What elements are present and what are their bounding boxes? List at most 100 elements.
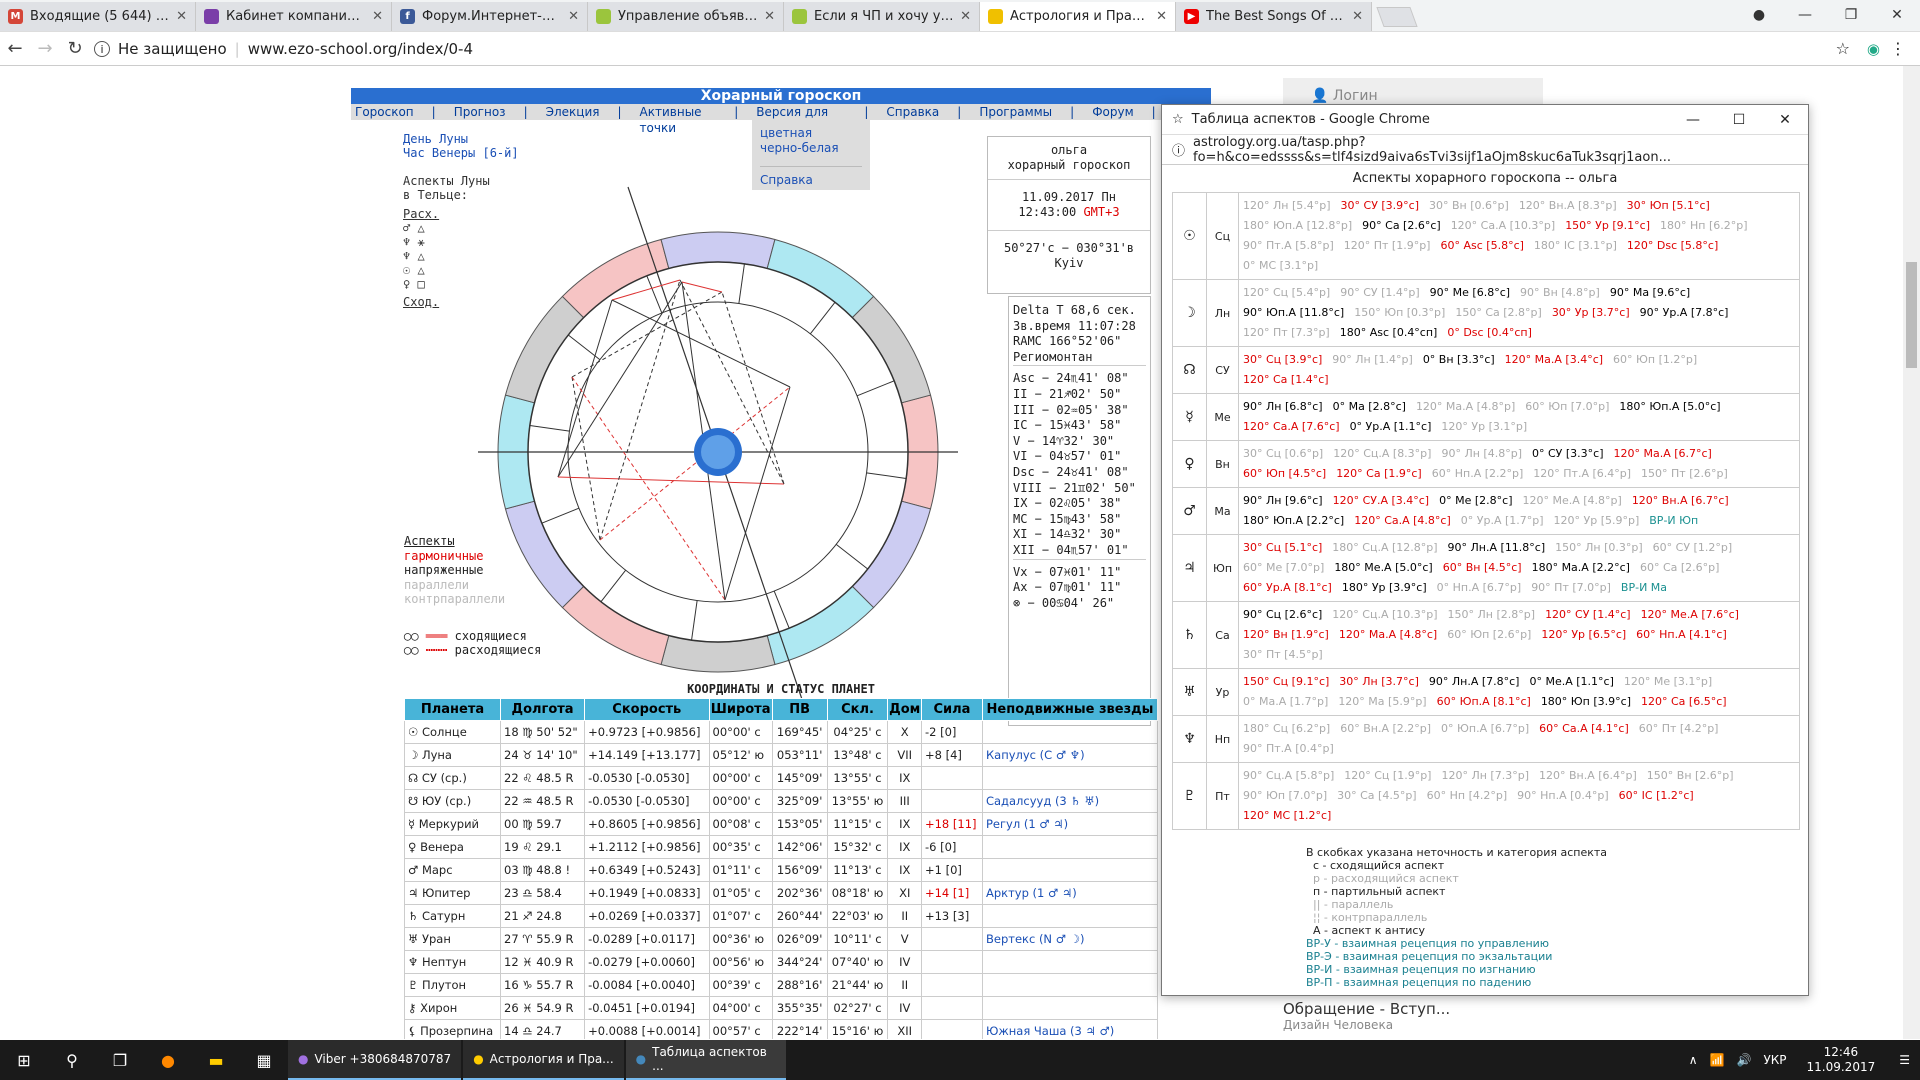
taskbar-app-chrome[interactable]: ● Астрология и Пра...: [463, 1040, 624, 1080]
tab-close-icon[interactable]: ✕: [1352, 9, 1363, 24]
network-icon[interactable]: 📶: [1710, 1053, 1725, 1067]
table-row: ☉ Сц 120° Лн [5.4°p] 30° СУ [3.9°c] 30° Вн […: [1172, 192, 1800, 280]
aspects-cell: 120° Сц [5.4°p] 90° СУ [1.4°p] 90° Ме [6.8…: [1238, 279, 1800, 347]
popup-close-button[interactable]: ✕: [1762, 105, 1808, 135]
page-scrollbar[interactable]: [1903, 66, 1920, 1039]
tab-close-icon[interactable]: ✕: [1156, 9, 1167, 24]
omnibox[interactable]: i Не защищено | www.ezo-school.org/index…: [94, 35, 1844, 63]
tray-chevron-icon[interactable]: ∧: [1689, 1053, 1698, 1067]
url-text[interactable]: www.ezo-school.org/index/0-4: [248, 40, 473, 58]
taskbar-app-viber[interactable]: ● Viber +380684870787: [288, 1040, 462, 1080]
table-cell: -0.0279 [+0.0060]: [584, 950, 710, 974]
task-view-icon[interactable]: ❐: [96, 1040, 144, 1080]
reload-icon[interactable]: ↻: [60, 38, 90, 59]
aspect-entry: 30° Вн [0.6°p]: [1429, 199, 1509, 212]
restore-button[interactable]: ❐: [1828, 0, 1874, 30]
table-cell: 00°36' ю: [708, 927, 773, 951]
popup-minimize-button[interactable]: —: [1670, 105, 1716, 135]
menu-item-1[interactable]: Прогноз: [450, 104, 510, 120]
notifications-icon[interactable]: ☰: [1899, 1053, 1910, 1067]
tab-close-icon[interactable]: ✕: [960, 9, 971, 24]
menu-item-0[interactable]: Гороскоп: [351, 104, 418, 120]
table-cell: +0.8605 [+0.9856]: [584, 812, 710, 836]
back-icon[interactable]: ←: [0, 38, 30, 59]
chart-city: Kyiv: [1054, 256, 1084, 270]
table-cell: II: [887, 904, 922, 928]
forward-icon[interactable]: →: [30, 38, 60, 59]
search-icon[interactable]: ⚲: [48, 1040, 96, 1080]
aspect-entry: 0° Нп.А [6.7°p]: [1436, 581, 1522, 594]
page-title: Хорарный гороскоп: [351, 88, 1211, 104]
window-controls: ● — ❐ ✕: [1736, 0, 1920, 30]
table-cell[interactable]: Вертекс (N ♂ ☽): [981, 927, 1159, 951]
language-indicator[interactable]: УКР: [1763, 1053, 1786, 1067]
user-icon: 👤: [1311, 88, 1333, 104]
legend-title: Аспекты: [404, 534, 455, 548]
aspect-entry: 180° Юп.А [5.0°c]: [1619, 400, 1721, 413]
volume-icon[interactable]: 🔊: [1736, 1053, 1751, 1067]
menu-item-3[interactable]: Активные точки: [636, 104, 721, 135]
tab-close-icon[interactable]: ✕: [764, 9, 775, 24]
table-cell: ♂ Марс: [403, 858, 502, 882]
table-row: ♃ Юпитер 23 ♎ 58.4 +0.1949 [+0.0833] 01°05'…: [403, 881, 1159, 905]
firefox-icon[interactable]: ●: [144, 1040, 192, 1080]
tab-4[interactable]: Если я ЧП и хочу устро ✕: [784, 2, 980, 31]
clock[interactable]: 12:46 11.09.2017: [1807, 1045, 1876, 1075]
article-title[interactable]: Обращение - Вступ...: [1283, 1000, 1450, 1018]
aspect-entry: 180° Юп.А [2.2°c]: [1243, 514, 1345, 527]
tab-1[interactable]: Кабинет компании Инт ✕: [196, 2, 392, 31]
menu-item-6[interactable]: Программы: [975, 104, 1056, 120]
table-cell: ♄ Сатурн: [403, 904, 502, 928]
tab-close-icon[interactable]: ✕: [568, 9, 579, 24]
table-cell[interactable]: Капулус (С ♂ ♆): [981, 743, 1159, 767]
tab-5[interactable]: Астрология и Практика ✕: [980, 2, 1176, 31]
table-cell[interactable]: Южная Чаша (3 ♃ ♂): [981, 1019, 1159, 1039]
table-cell: -0.0289 [+0.0117]: [584, 927, 710, 951]
table-cell[interactable]: Садалсууд (3 ♄ ♅): [981, 789, 1159, 813]
dropdown-item-color[interactable]: цветная: [760, 126, 862, 141]
aspect-entry: 120° Са [6.5°c]: [1641, 695, 1727, 708]
cusp-line: Vx − 07♓01' 11": [1013, 564, 1122, 579]
menu-item-4[interactable]: Версия для печати: [752, 104, 850, 135]
menu-icon[interactable]: ⋮: [1890, 39, 1906, 58]
table-row: ☿ Ме 90° Лн [6.8°c] 0° Ма [2.8°c] 120° Ма.А …: [1172, 393, 1800, 441]
new-tab-button[interactable]: [1376, 7, 1418, 27]
table-cell: 02°27' с: [826, 996, 889, 1020]
cusp-line: V − 14♈32' 30": [1013, 433, 1115, 448]
close-button[interactable]: ✕: [1874, 0, 1920, 30]
tab-close-icon[interactable]: ✕: [372, 9, 383, 24]
popup-url[interactable]: astrology.org.ua/tasp.php?fo=h&co=edssss…: [1193, 135, 1808, 165]
extension-icon[interactable]: ◉: [1867, 40, 1880, 58]
profile-icon[interactable]: ●: [1736, 0, 1782, 30]
menu-item-2[interactable]: Элекция: [542, 104, 604, 120]
tab-3[interactable]: Управление объявлени ✕: [588, 2, 784, 31]
table-row: ♀ Венера 19 ♌ 29.1 +1.2112 [+0.9856] 00°35'…: [403, 835, 1159, 859]
menu-item-5[interactable]: Справка: [882, 104, 943, 120]
aspect-entry: 30° Са [4.5°p]: [1337, 789, 1417, 802]
table-cell: IX: [887, 835, 922, 859]
sidebar-article[interactable]: Обращение - Вступ... Дизайн Человека: [1283, 1000, 1450, 1032]
scrollbar-thumb[interactable]: [1906, 262, 1917, 368]
calculator-icon[interactable]: ▦: [240, 1040, 288, 1080]
menu-item-7[interactable]: Форум: [1088, 104, 1137, 120]
planet-glyph: ☊: [1172, 346, 1207, 394]
table-cell: 03 ♍ 48.8 !: [500, 858, 586, 882]
tab-6[interactable]: ▶ The Best Songs Of Sp ✕: [1176, 2, 1372, 31]
aspect-entry: 180° IC [3.1°p]: [1533, 239, 1617, 252]
minimize-button[interactable]: —: [1782, 0, 1828, 30]
popup-maximize-button[interactable]: ☐: [1716, 105, 1762, 135]
table-cell: 00 ♍ 59.7: [500, 812, 586, 836]
table-cell[interactable]: Регул (1 ♂ ♃): [981, 812, 1159, 836]
taskbar-app-aspects[interactable]: ● Таблица аспектов ...: [625, 1040, 786, 1080]
table-cell[interactable]: Арктур (1 ♂ ♃): [981, 881, 1159, 905]
table-cell: [920, 1019, 983, 1039]
tab-2[interactable]: f Форум.Интернет-магаз ✕: [392, 2, 588, 31]
info-icon[interactable]: i: [94, 41, 110, 57]
file-explorer-icon[interactable]: ▬: [192, 1040, 240, 1080]
bookmark-star-icon[interactable]: ☆: [1836, 39, 1850, 58]
windows-start-icon[interactable]: ⊞: [0, 1040, 48, 1080]
tab-close-icon[interactable]: ✕: [176, 9, 187, 24]
table-row: ♇ Плутон 16 ♑ 55.7 R -0.0084 [+0.0040] 00°3…: [403, 973, 1159, 997]
table-cell: [981, 766, 1159, 790]
tab-0[interactable]: M Входящие (5 644) - olya ✕: [0, 2, 196, 31]
